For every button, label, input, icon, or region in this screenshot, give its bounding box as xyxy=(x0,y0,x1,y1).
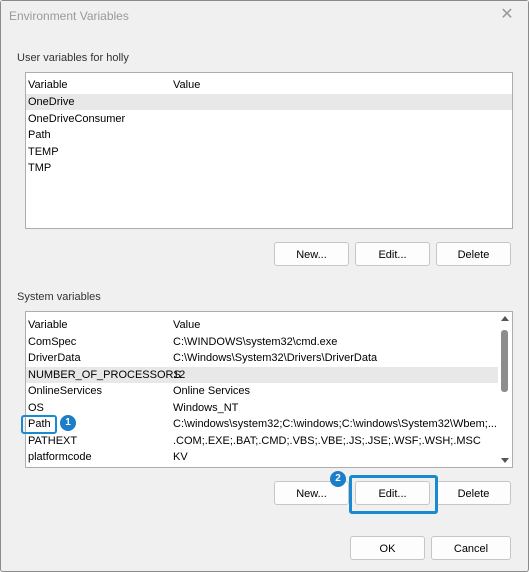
user-variable-row[interactable]: Path xyxy=(26,127,512,143)
user-variables-list[interactable]: Variable Value OneDrive OneDriveConsumer… xyxy=(25,72,513,229)
column-header-variable[interactable]: Variable xyxy=(28,317,68,333)
variable-name: TEMP xyxy=(28,146,59,158)
cancel-button[interactable]: Cancel xyxy=(431,536,511,560)
variable-name: DriverData xyxy=(28,352,81,364)
variable-value: C:\Windows\System32\Drivers\DriverData xyxy=(173,352,378,364)
variable-value: 12 xyxy=(173,369,186,381)
variable-name: OneDriveConsumer xyxy=(28,113,126,125)
ok-button[interactable]: OK xyxy=(350,536,425,560)
variable-name: TMP xyxy=(28,162,52,174)
user-variables-header: Variable Value xyxy=(26,77,512,93)
system-variables-scrollbar[interactable] xyxy=(498,312,512,467)
step-badge-1: 1 xyxy=(60,415,76,431)
variable-value: Online Services xyxy=(173,385,251,397)
system-delete-button[interactable]: Delete xyxy=(436,481,511,505)
column-header-value[interactable]: Value xyxy=(173,317,200,333)
system-variables-label: System variables xyxy=(17,291,101,303)
scrollbar-thumb[interactable] xyxy=(501,330,508,392)
window-title: Environment Variables xyxy=(9,9,129,23)
variable-name: Path xyxy=(28,129,51,141)
scroll-down-icon[interactable] xyxy=(501,458,509,463)
column-header-value[interactable]: Value xyxy=(173,77,200,93)
user-edit-button[interactable]: Edit... xyxy=(355,242,430,266)
user-variable-row[interactable]: OneDrive xyxy=(26,94,512,110)
system-variable-row-path[interactable]: Path C:\windows\system32;C:\windows;C:\w… xyxy=(26,416,498,432)
system-variable-row[interactable]: OS Windows_NT xyxy=(26,400,498,416)
system-variable-row[interactable]: OnlineServices Online Services xyxy=(26,383,498,399)
user-variable-row[interactable]: OneDriveConsumer xyxy=(26,111,512,127)
variable-name: OnlineServices xyxy=(28,385,102,397)
column-header-variable[interactable]: Variable xyxy=(28,77,68,93)
environment-variables-dialog: Environment Variables ✕ User variables f… xyxy=(0,0,529,572)
user-new-button[interactable]: New... xyxy=(274,242,349,266)
variable-value: C:\WINDOWS\system32\cmd.exe xyxy=(173,336,338,348)
user-variable-row[interactable]: TEMP xyxy=(26,144,512,160)
system-variable-row[interactable]: DriverData C:\Windows\System32\Drivers\D… xyxy=(26,350,498,366)
user-delete-button[interactable]: Delete xyxy=(436,242,511,266)
system-variables-header: Variable Value xyxy=(26,317,498,333)
user-variables-label: User variables for holly xyxy=(17,52,129,64)
variable-name: ComSpec xyxy=(28,336,77,348)
title-bar: Environment Variables ✕ xyxy=(1,1,528,31)
system-variable-row[interactable]: platformcode KV xyxy=(26,449,498,465)
variable-value: C:\windows\system32;C:\windows;C:\window… xyxy=(173,418,497,430)
variable-name: OneDrive xyxy=(28,96,75,108)
variable-name: PATHEXT xyxy=(28,435,78,447)
system-variables-list[interactable]: Variable Value ComSpec C:\WINDOWS\system… xyxy=(25,311,513,468)
variable-name: NUMBER_OF_PROCESSORS xyxy=(28,369,181,381)
path-highlight-box xyxy=(21,415,57,434)
edit-highlight-box xyxy=(349,475,438,514)
variable-name: OS xyxy=(28,402,44,414)
variable-value: Windows_NT xyxy=(173,402,239,414)
system-variable-row[interactable]: PATHEXT .COM;.EXE;.BAT;.CMD;.VBS;.VBE;.J… xyxy=(26,433,498,449)
variable-value: .COM;.EXE;.BAT;.CMD;.VBS;.VBE;.JS;.JSE;.… xyxy=(173,435,481,447)
user-variable-row[interactable]: TMP xyxy=(26,160,512,176)
variable-value: KV xyxy=(173,451,188,463)
system-variable-row[interactable]: NUMBER_OF_PROCESSORS 12 xyxy=(26,367,498,383)
step-badge-2: 2 xyxy=(330,471,346,487)
variable-name: platformcode xyxy=(28,451,92,463)
system-variable-row[interactable]: ComSpec C:\WINDOWS\system32\cmd.exe xyxy=(26,334,498,350)
scroll-up-icon[interactable] xyxy=(501,316,509,321)
close-icon[interactable]: ✕ xyxy=(498,6,516,24)
